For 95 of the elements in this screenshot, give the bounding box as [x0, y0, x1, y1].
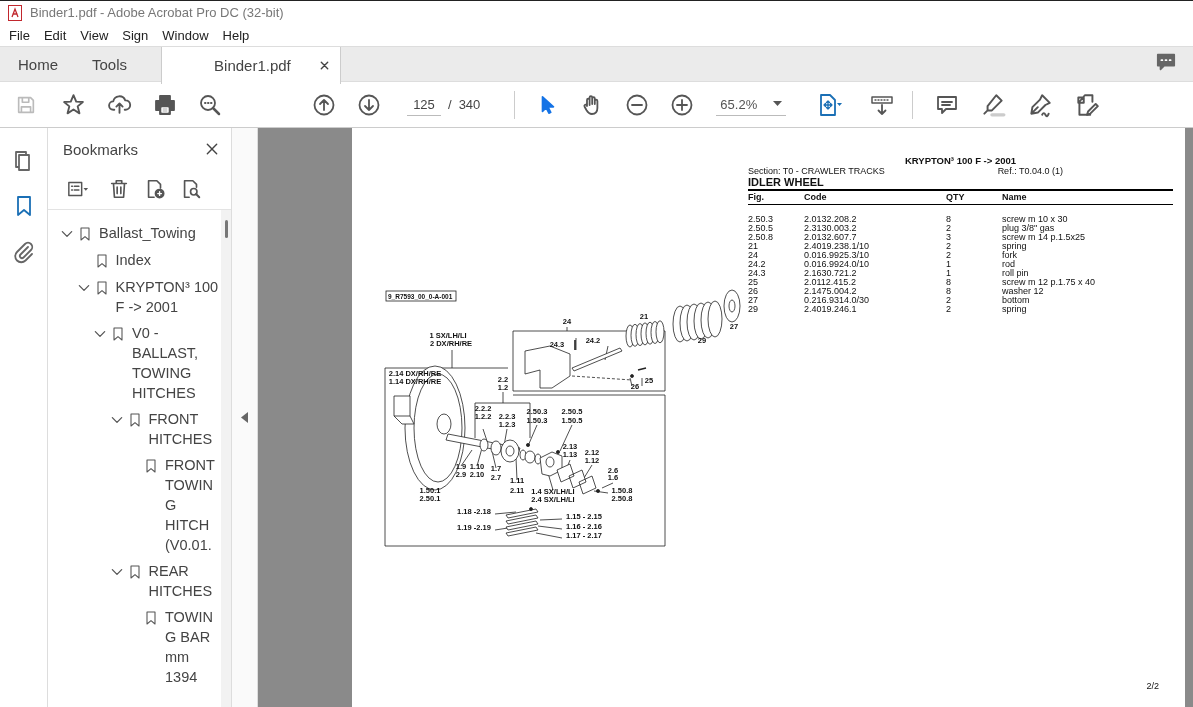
table-cell-text: spring — [1002, 305, 1028, 314]
table-cell-text: 2.0112.415.2 — [804, 278, 857, 287]
column-header: Fig. — [748, 193, 765, 202]
menu-item[interactable]: Window — [162, 27, 209, 43]
table-cell-text: 2 — [946, 296, 952, 305]
reference-label: Ref.: T0.04.0 (1) — [997, 166, 1063, 176]
app-logo-icon — [8, 4, 22, 21]
column-header: Code — [804, 193, 828, 202]
caret-icon[interactable] — [773, 101, 783, 107]
table-cell-text: 2 — [946, 251, 952, 260]
tab[interactable]: Tools — [74, 47, 144, 82]
bookmark-item[interactable]: REAR HITCHES — [148, 561, 221, 601]
table-cell-text: 2 — [946, 242, 952, 251]
cloud-upload-icon[interactable] — [107, 92, 132, 117]
paperclip-icon[interactable] — [11, 240, 36, 264]
table-cell-text: plug 3/8" gas — [1002, 224, 1056, 233]
table-cell-text: screw m 12 p.1.75 x 40 — [1002, 278, 1097, 287]
table-cell-text: 2.50.5 — [748, 224, 775, 233]
table-cell-text: 0.216.9314.0/30 — [804, 296, 871, 305]
table-cell-text: rod — [1002, 260, 1016, 269]
menu-item[interactable]: File — [9, 27, 30, 43]
menu-item[interactable]: Sign — [122, 27, 149, 43]
page-separator: / — [448, 97, 452, 112]
table-cell-text: 8 — [946, 287, 952, 296]
table-cell-text: screw m 10 x 30 — [1002, 215, 1069, 224]
model-title: KRYPTON³ 100 F -> 2001 — [903, 155, 1018, 166]
bookmark-item[interactable]: TOWING BAR mm 1394 — [165, 607, 221, 687]
arrow-down-circle-icon[interactable] — [357, 92, 381, 117]
table-cell-text: 25 — [748, 278, 759, 287]
table-cell-text: 2.50.3 — [748, 215, 775, 224]
table-cell-text: 24 — [748, 251, 759, 260]
table-cell-text: 8 — [946, 215, 952, 224]
table-cell-text: 2 — [946, 305, 952, 314]
table-cell-text: roll pin — [1002, 269, 1030, 278]
table-cell-text: 2.1475.004.2 — [804, 287, 858, 296]
table-cell-text: 29 — [748, 305, 759, 314]
tab[interactable]: Home — [0, 47, 74, 82]
bookmark-item[interactable]: KRYPTON³ 100 F -> 2001 — [115, 277, 221, 317]
section-label: Section: T0 - CRAWLER TRACKS — [748, 166, 885, 176]
scrollbar-thumb[interactable] — [225, 220, 228, 238]
highlighter-icon[interactable] — [980, 91, 1007, 118]
window-title: Binder1.pdf - Adobe Acrobat Pro DC (32-bit) — [30, 5, 284, 20]
table-cell-text: 2.0132.208.2 — [804, 215, 858, 224]
bookmark-item[interactable]: FRONT HITCHES — [148, 409, 221, 449]
menu-item[interactable]: View — [80, 27, 109, 43]
table-cell-text: 2.50.8 — [748, 233, 775, 242]
column-header: QTY — [946, 193, 966, 202]
bookmark-item[interactable]: V0 - BALLAST, TOWING HITCHES — [132, 323, 221, 403]
fountain-pen-icon[interactable] — [1027, 91, 1054, 118]
table-cell-text: 2.4019.238.1/10 — [804, 242, 871, 251]
parts-heading: IDLER WHEEL — [748, 176, 1173, 191]
comment-icon[interactable] — [1155, 51, 1177, 73]
close-icon[interactable] — [205, 142, 219, 156]
bookmark-item[interactable]: Ballast_Towing — [99, 223, 221, 243]
table-cell-text: 8 — [946, 278, 952, 287]
panel-title: Bookmarks — [63, 140, 139, 158]
table-cell-text: 0.016.9924.0/10 — [804, 260, 871, 269]
bookmark-item[interactable]: FRONT TOWING HITCH (V0.01. — [165, 455, 221, 555]
page-count: 340 — [458, 97, 481, 112]
table-cell-text: 3 — [946, 233, 952, 242]
table-cell-text: 2.4019.246.1 — [804, 305, 858, 314]
collapse-arrow-icon[interactable] — [241, 412, 248, 423]
star-icon[interactable] — [61, 92, 86, 117]
menu-item[interactable]: Help — [222, 27, 250, 43]
table-cell-text: 24.3 — [748, 269, 767, 278]
table-cell-text: screw m 14 p.1.5x25 — [1002, 233, 1087, 242]
table-cell-text: 24.2 — [748, 260, 767, 269]
arrow-up-circle-icon[interactable] — [312, 92, 336, 117]
bookmark-item[interactable]: Index — [115, 250, 221, 270]
table-cell-text: 2.3130.003.2 — [804, 224, 858, 233]
table-cell-text: spring — [1002, 242, 1028, 251]
close-icon[interactable] — [319, 60, 331, 71]
trash-icon[interactable] — [108, 178, 130, 200]
table-cell-text: washer 12 — [1002, 287, 1045, 296]
table-cell-text: 26 — [748, 287, 759, 296]
print-icon[interactable] — [153, 92, 177, 117]
page-label: 2/2 — [1146, 681, 1159, 691]
table-cell-text: 2.0132.607.7 — [804, 233, 858, 242]
tab[interactable]: Binder1.pdf — [161, 47, 342, 84]
table-cell-text: 2 — [946, 224, 952, 233]
zoom-dropdown[interactable]: 65.2% — [716, 93, 787, 116]
menu-item[interactable]: Edit — [43, 27, 67, 43]
zoom-in-icon[interactable] — [670, 92, 695, 117]
table-cell-text: 0.016.9925.3/10 — [804, 251, 871, 260]
table-cell-text: fork — [1002, 251, 1017, 260]
column-header: Name — [1002, 193, 1028, 202]
table-cell-text: 1 — [946, 269, 952, 278]
table-cell-text: 2.1630.721.2 — [804, 269, 858, 278]
table-cell-text: 21 — [748, 242, 759, 251]
table-cell-text: bottom — [1002, 296, 1031, 305]
table-cell-text: 1 — [946, 260, 952, 269]
zoom-search-icon[interactable] — [198, 92, 222, 117]
table-cell-text: 27 — [748, 296, 759, 305]
document-edit-icon[interactable] — [1074, 91, 1101, 118]
zoom-out-icon[interactable] — [625, 92, 650, 117]
